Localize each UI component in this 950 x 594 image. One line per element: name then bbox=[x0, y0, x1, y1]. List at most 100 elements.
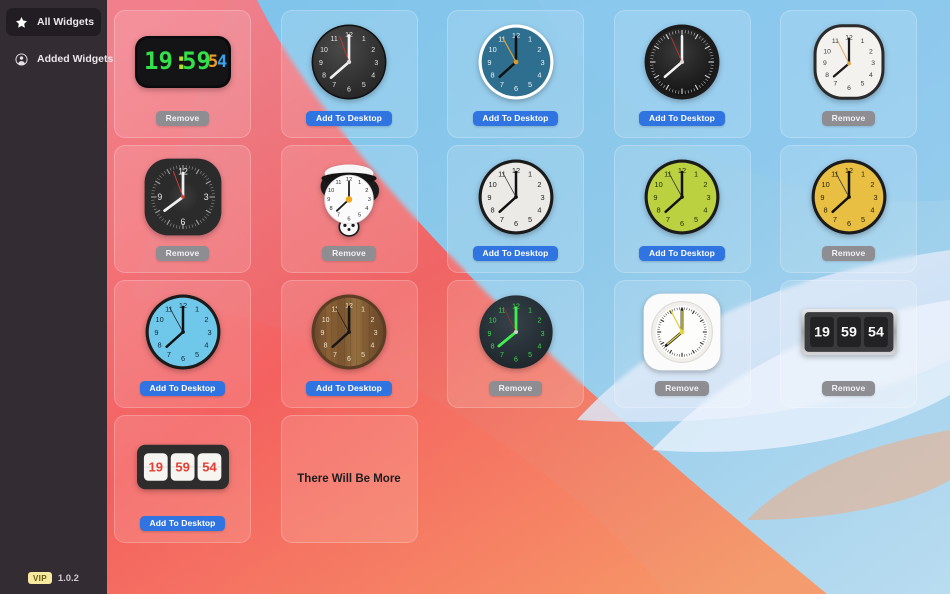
svg-text:9: 9 bbox=[154, 328, 158, 337]
widget-card-teal-round-clock[interactable]: 12 1 2 345 678 9 10 11 Add To Desktop bbox=[447, 10, 584, 138]
remove-button[interactable]: Remove bbox=[488, 381, 543, 396]
sky-blue-clock-icon: 12 12 345 678 91011 bbox=[145, 294, 220, 370]
remove-button[interactable]: Remove bbox=[322, 246, 376, 261]
svg-text:7: 7 bbox=[666, 215, 670, 224]
wooden-clock-icon: 1212 345 678 91011 bbox=[311, 294, 387, 370]
widget-card-red-flip-clock[interactable]: 19 59 54 Add To Desktop bbox=[114, 415, 251, 543]
add-to-desktop-button[interactable]: Add To Desktop bbox=[306, 111, 392, 126]
add-to-desktop-button[interactable]: Add To Desktop bbox=[639, 246, 725, 261]
widget-card-neon-green-clock[interactable]: 1212 345 678 91011 Remove bbox=[447, 280, 584, 408]
svg-text:10: 10 bbox=[821, 180, 829, 189]
widget-card-dark-round-clock[interactable]: 1212 345 678 91011 Add To Desktop bbox=[280, 10, 418, 138]
svg-text:10: 10 bbox=[654, 180, 662, 189]
svg-text:11: 11 bbox=[498, 170, 506, 179]
svg-text:9: 9 bbox=[321, 330, 325, 337]
remove-button[interactable]: Remove bbox=[155, 246, 210, 261]
widget-card-black-ticks-clock[interactable]: Add To Desktop bbox=[613, 10, 751, 138]
svg-text:3: 3 bbox=[540, 193, 544, 202]
neon-green-clock-icon: 1212 345 678 91011 bbox=[478, 295, 553, 369]
svg-text:3: 3 bbox=[368, 197, 371, 203]
svg-text:1: 1 bbox=[860, 170, 864, 179]
flip-hours: 19 bbox=[148, 460, 162, 475]
widget-preview: 1212 345 678 91011 bbox=[615, 146, 750, 246]
widget-card-led-digital-clock[interactable]: 19 : 59 5 4 Remove bbox=[114, 10, 251, 138]
remove-button[interactable]: Remove bbox=[655, 381, 709, 396]
svg-text:2: 2 bbox=[868, 49, 872, 56]
add-to-desktop-button[interactable]: Add To Desktop bbox=[139, 381, 226, 396]
svg-text:19: 19 bbox=[144, 47, 173, 75]
svg-text:5: 5 bbox=[694, 215, 698, 224]
svg-text:3: 3 bbox=[540, 331, 544, 338]
svg-text:6: 6 bbox=[846, 219, 850, 228]
svg-text:2: 2 bbox=[204, 315, 208, 324]
svg-text:7: 7 bbox=[499, 215, 503, 224]
user-circle-icon bbox=[14, 52, 28, 66]
widget-card-dark-squircle-clock[interactable]: 12 3 69 Remove bbox=[114, 145, 251, 273]
svg-text:2: 2 bbox=[371, 47, 375, 54]
svg-text:59: 59 bbox=[182, 47, 211, 75]
widget-preview: 1212 345 678 91011 bbox=[115, 281, 250, 381]
widget-preview: 1212 345 678 91011 bbox=[781, 11, 916, 111]
add-to-desktop-button[interactable]: Add To Desktop bbox=[139, 516, 226, 531]
remove-button[interactable]: Remove bbox=[821, 111, 876, 126]
widget-preview: 1212 345 678 91011 bbox=[448, 281, 583, 381]
svg-text:5: 5 bbox=[528, 352, 532, 359]
widget-card-golden-yellow-clock[interactable]: 12 1 2 345 678 9 10 11 Remove bbox=[780, 145, 917, 273]
svg-text:4: 4 bbox=[537, 206, 541, 215]
svg-text:9: 9 bbox=[319, 60, 323, 67]
svg-text:5: 5 bbox=[527, 80, 531, 89]
svg-text:3: 3 bbox=[374, 330, 378, 337]
widget-card-olive-green-clock[interactable]: 12 1 2 345 678 9 10 11 Add To Desktop bbox=[613, 145, 751, 273]
svg-text:3: 3 bbox=[203, 192, 208, 202]
svg-text:2: 2 bbox=[537, 318, 541, 325]
star-icon bbox=[14, 15, 28, 29]
svg-text:2: 2 bbox=[365, 188, 368, 194]
add-to-desktop-button[interactable]: Add To Desktop bbox=[306, 381, 392, 396]
svg-text:6: 6 bbox=[514, 357, 518, 364]
red-flip-clock-icon: 19 59 54 bbox=[136, 444, 229, 490]
svg-text:2: 2 bbox=[537, 180, 541, 189]
svg-text:6: 6 bbox=[180, 354, 184, 363]
sidebar-item-added-widgets[interactable]: Added Widgets bbox=[6, 45, 113, 73]
white-squircle-clock-icon: 1212 345 678 91011 bbox=[813, 24, 884, 100]
led-digital-clock-icon: 19 : 59 5 4 bbox=[134, 36, 231, 88]
svg-text:3: 3 bbox=[706, 193, 710, 202]
flip-minutes: 59 bbox=[841, 325, 857, 341]
classic-white-clock-icon: 12 12 345 678 91011 bbox=[478, 159, 553, 235]
svg-text:4: 4 bbox=[371, 73, 375, 80]
svg-text:5: 5 bbox=[194, 350, 198, 359]
widget-card-white-squircle-clock[interactable]: 1212 345 678 91011 Remove bbox=[780, 10, 917, 138]
svg-text:7: 7 bbox=[332, 82, 336, 89]
widget-preview: 1212 345 678 91011 bbox=[448, 11, 583, 111]
remove-button[interactable]: Remove bbox=[155, 111, 210, 126]
widget-card-wooden-clock[interactable]: 1212 345 678 91011 Add To Desktop bbox=[280, 280, 418, 408]
widget-preview: 12 3 69 bbox=[115, 146, 250, 246]
widget-card-classic-white-clock[interactable]: 12 1 2 345 678 9 10 11 Add To Desktop bbox=[447, 145, 584, 273]
flip-seconds: 54 bbox=[202, 460, 217, 475]
widget-card-white-frame-gold-clock[interactable]: Remove bbox=[613, 280, 751, 408]
svg-text:3: 3 bbox=[873, 193, 877, 202]
svg-text:10: 10 bbox=[320, 47, 328, 54]
remove-button[interactable]: Remove bbox=[821, 246, 876, 261]
add-to-desktop-button[interactable]: Add To Desktop bbox=[472, 111, 559, 126]
svg-text:9: 9 bbox=[653, 193, 657, 202]
widget-card-sky-blue-clock[interactable]: 12 1 2 345 678 9 10 11 Add To Desktop bbox=[114, 280, 251, 408]
add-to-desktop-button[interactable]: Add To Desktop bbox=[639, 111, 725, 126]
widget-preview: 19 59 54 bbox=[115, 416, 250, 516]
remove-button[interactable]: Remove bbox=[821, 381, 876, 396]
dark-squircle-clock-icon: 123 69 bbox=[144, 158, 221, 236]
olive-green-clock-icon: 12 12 345 678 91011 bbox=[644, 159, 720, 235]
widget-preview: 19 : 59 5 4 bbox=[115, 11, 250, 111]
svg-text:4: 4 bbox=[370, 343, 374, 350]
add-to-desktop-button[interactable]: Add To Desktop bbox=[472, 246, 559, 261]
app-window: All Widgets Added Widgets VIP 1.0.2 19:… bbox=[0, 0, 950, 594]
widget-card-silver-flip-clock[interactable]: 19 59 54 Remove bbox=[780, 280, 917, 408]
widget-card-panda-clock[interactable]: 12 1 2 345 678 9 10 11 Remove bbox=[280, 145, 418, 273]
sidebar-item-all-widgets[interactable]: All Widgets bbox=[6, 8, 101, 36]
svg-text:4: 4 bbox=[217, 52, 227, 72]
white-frame-gold-clock-icon bbox=[643, 293, 721, 371]
svg-text:9: 9 bbox=[487, 193, 491, 202]
svg-text:11: 11 bbox=[664, 170, 672, 179]
svg-text:6: 6 bbox=[180, 217, 185, 227]
